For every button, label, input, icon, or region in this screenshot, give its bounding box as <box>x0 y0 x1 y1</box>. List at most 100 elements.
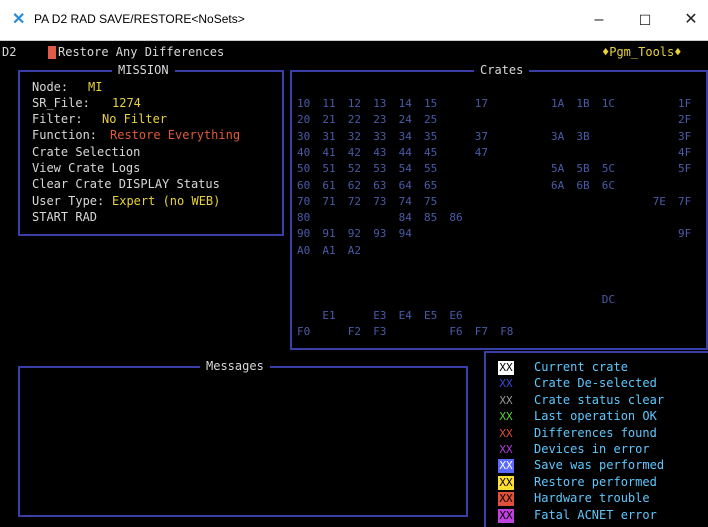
crate-35[interactable]: 35 <box>424 130 437 143</box>
minimize-button[interactable]: – <box>584 8 614 32</box>
function-value[interactable]: Restore Everything <box>110 128 240 142</box>
crate-40[interactable]: 40 <box>297 146 310 159</box>
crate-7F[interactable]: 7F <box>678 195 691 208</box>
crate-74[interactable]: 74 <box>399 195 412 208</box>
crate-10[interactable]: 10 <box>297 97 310 110</box>
crate-selection-item[interactable]: Crate Selection <box>32 145 140 159</box>
crate-52[interactable]: 52 <box>348 162 361 175</box>
crate-11[interactable]: 11 <box>322 97 335 110</box>
crate-45[interactable]: 45 <box>424 146 437 159</box>
crate-1C[interactable]: 1C <box>602 97 615 110</box>
crate-41[interactable]: 41 <box>322 146 335 159</box>
crate-F2[interactable]: F2 <box>348 325 361 338</box>
view-crate-logs-item[interactable]: View Crate Logs <box>32 161 140 175</box>
crate-70[interactable]: 70 <box>297 195 310 208</box>
crate-37[interactable]: 37 <box>475 130 488 143</box>
crate-E4[interactable]: E4 <box>399 309 412 322</box>
crate-22[interactable]: 22 <box>348 113 361 126</box>
crate-A1[interactable]: A1 <box>322 244 335 257</box>
crate-94[interactable]: 94 <box>399 227 412 240</box>
crate-1B[interactable]: 1B <box>576 97 589 110</box>
crate-47[interactable]: 47 <box>475 146 488 159</box>
crate-25[interactable]: 25 <box>424 113 437 126</box>
crate-1F[interactable]: 1F <box>678 97 691 110</box>
crate-4F[interactable]: 4F <box>678 146 691 159</box>
crate-6C[interactable]: 6C <box>602 179 615 192</box>
crate-5C[interactable]: 5C <box>602 162 615 175</box>
crate-90[interactable]: 90 <box>297 227 310 240</box>
crate-80[interactable]: 80 <box>297 211 310 224</box>
filter-value[interactable]: No Filter <box>102 112 167 126</box>
crate-50[interactable]: 50 <box>297 162 310 175</box>
crate-14[interactable]: 14 <box>399 97 412 110</box>
crate-64[interactable]: 64 <box>399 179 412 192</box>
crate-9F[interactable]: 9F <box>678 227 691 240</box>
crate-3A[interactable]: 3A <box>551 130 564 143</box>
crate-71[interactable]: 71 <box>322 195 335 208</box>
crate-55[interactable]: 55 <box>424 162 437 175</box>
crate-F8[interactable]: F8 <box>500 325 513 338</box>
crate-15[interactable]: 15 <box>424 97 437 110</box>
crate-21[interactable]: 21 <box>322 113 335 126</box>
crate-23[interactable]: 23 <box>373 113 386 126</box>
crate-92[interactable]: 92 <box>348 227 361 240</box>
crate-6B[interactable]: 6B <box>576 179 589 192</box>
crate-63[interactable]: 63 <box>373 179 386 192</box>
crate-2F[interactable]: 2F <box>678 113 691 126</box>
crate-75[interactable]: 75 <box>424 195 437 208</box>
crate-20[interactable]: 20 <box>297 113 310 126</box>
crate-54[interactable]: 54 <box>399 162 412 175</box>
crate-42[interactable]: 42 <box>348 146 361 159</box>
crate-61[interactable]: 61 <box>322 179 335 192</box>
crate-33[interactable]: 33 <box>373 130 386 143</box>
crate-5A[interactable]: 5A <box>551 162 564 175</box>
crate-44[interactable]: 44 <box>399 146 412 159</box>
user-type-value[interactable]: Expert (no WEB) <box>112 194 220 208</box>
crate-3B[interactable]: 3B <box>576 130 589 143</box>
crate-72[interactable]: 72 <box>348 195 361 208</box>
crate-DC[interactable]: DC <box>602 293 615 306</box>
node-value[interactable]: MI <box>88 80 102 94</box>
crate-62[interactable]: 62 <box>348 179 361 192</box>
crate-7E[interactable]: 7E <box>653 195 666 208</box>
crate-3F[interactable]: 3F <box>678 130 691 143</box>
crate-85[interactable]: 85 <box>424 211 437 224</box>
crate-5B[interactable]: 5B <box>576 162 589 175</box>
crate-E3[interactable]: E3 <box>373 309 386 322</box>
crate-17[interactable]: 17 <box>475 97 488 110</box>
crate-43[interactable]: 43 <box>373 146 386 159</box>
crate-E6[interactable]: E6 <box>449 309 462 322</box>
clear-crate-status-item[interactable]: Clear Crate DISPLAY Status <box>32 177 220 191</box>
crate-51[interactable]: 51 <box>322 162 335 175</box>
crate-F7[interactable]: F7 <box>475 325 488 338</box>
crate-32[interactable]: 32 <box>348 130 361 143</box>
crate-84[interactable]: 84 <box>399 211 412 224</box>
crate-E1[interactable]: E1 <box>322 309 335 322</box>
crate-5F[interactable]: 5F <box>678 162 691 175</box>
crate-93[interactable]: 93 <box>373 227 386 240</box>
crate-31[interactable]: 31 <box>322 130 335 143</box>
crate-A0[interactable]: A0 <box>297 244 310 257</box>
crate-12[interactable]: 12 <box>348 97 361 110</box>
crate-60[interactable]: 60 <box>297 179 310 192</box>
crate-86[interactable]: 86 <box>449 211 462 224</box>
sr-file-value[interactable]: 1274 <box>112 96 141 110</box>
crate-6A[interactable]: 6A <box>551 179 564 192</box>
crate-30[interactable]: 30 <box>297 130 310 143</box>
crate-65[interactable]: 65 <box>424 179 437 192</box>
crate-E5[interactable]: E5 <box>424 309 437 322</box>
crate-13[interactable]: 13 <box>373 97 386 110</box>
start-rad-item[interactable]: START RAD <box>32 210 97 224</box>
crate-A2[interactable]: A2 <box>348 244 361 257</box>
close-button[interactable]: ✕ <box>676 8 706 32</box>
maximize-button[interactable]: ☐ <box>630 8 660 32</box>
crate-F0[interactable]: F0 <box>297 325 310 338</box>
crate-53[interactable]: 53 <box>373 162 386 175</box>
crate-73[interactable]: 73 <box>373 195 386 208</box>
crate-F6[interactable]: F6 <box>449 325 462 338</box>
crate-91[interactable]: 91 <box>322 227 335 240</box>
crate-F3[interactable]: F3 <box>373 325 386 338</box>
pgm-tools-menu[interactable]: ♦Pgm_Tools♦ <box>602 45 681 59</box>
crate-34[interactable]: 34 <box>399 130 412 143</box>
crate-1A[interactable]: 1A <box>551 97 564 110</box>
